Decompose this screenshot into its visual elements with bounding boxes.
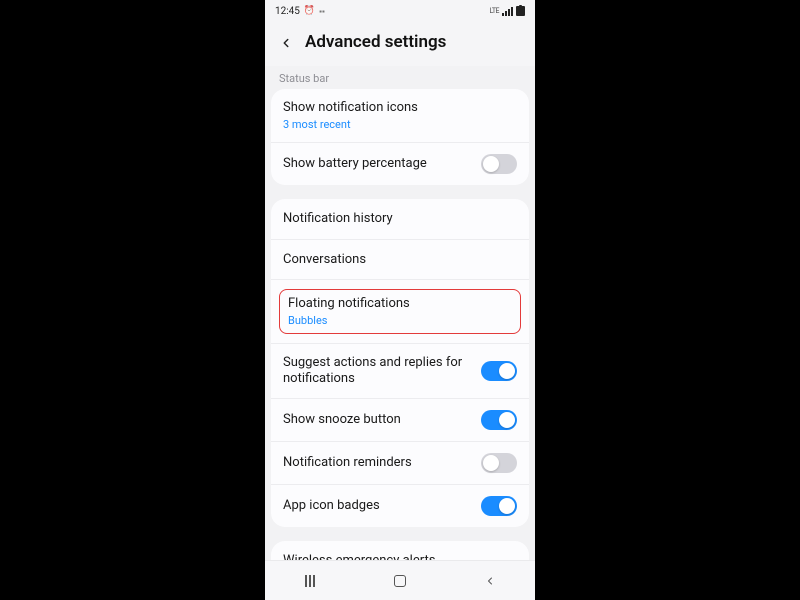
page-title: Advanced settings — [305, 32, 446, 52]
toggle-show-battery-percentage[interactable] — [481, 154, 517, 174]
recents-icon — [305, 575, 315, 587]
row-title: Notification reminders — [283, 455, 481, 471]
nav-back-button[interactable] — [470, 569, 510, 593]
row-title: Show notification icons — [283, 100, 517, 116]
phone-frame: 12:45 ⏰ ▪▪ LTE Advanced settings Status … — [265, 0, 535, 600]
row-title: Wireless emergency alerts — [283, 553, 517, 560]
row-title: Notification history — [283, 211, 517, 227]
row-title: App icon badges — [283, 498, 481, 514]
row-title: Show battery percentage — [283, 156, 481, 172]
row-title: Floating notifications — [288, 296, 512, 312]
status-bar: 12:45 ⏰ ▪▪ LTE — [265, 0, 535, 22]
section-label-status-bar: Status bar — [265, 66, 535, 89]
battery-icon — [516, 6, 525, 16]
status-time: 12:45 — [275, 6, 300, 17]
app-indicator-icon: ▪▪ — [319, 7, 325, 16]
row-conversations[interactable]: Conversations — [271, 239, 529, 279]
row-floating-notifications[interactable]: Floating notifications Bubbles — [271, 279, 529, 342]
signal-icon — [502, 7, 513, 16]
row-wireless-emergency[interactable]: Wireless emergency alerts — [271, 541, 529, 560]
back-button[interactable] — [279, 35, 293, 49]
row-subtitle: Bubbles — [288, 314, 512, 327]
alarm-icon: ⏰ — [304, 6, 315, 16]
toggle-app-icon-badges[interactable] — [481, 496, 517, 516]
home-icon — [394, 575, 406, 587]
row-notification-reminders[interactable]: Notification reminders — [271, 441, 529, 484]
card-emergency: Wireless emergency alerts — [271, 541, 529, 560]
nav-home-button[interactable] — [380, 569, 420, 593]
row-show-notification-icons[interactable]: Show notification icons 3 most recent — [271, 89, 529, 142]
chevron-left-icon — [484, 575, 496, 587]
row-title: Conversations — [283, 252, 517, 268]
card-status-bar: Show notification icons 3 most recent Sh… — [271, 89, 529, 185]
network-label: LTE — [490, 7, 500, 15]
row-app-icon-badges[interactable]: App icon badges — [271, 484, 529, 527]
row-title: Show snooze button — [283, 412, 481, 428]
card-notifications: Notification history Conversations Float… — [271, 199, 529, 527]
toggle-show-snooze[interactable] — [481, 410, 517, 430]
row-show-battery-percentage[interactable]: Show battery percentage — [271, 142, 529, 185]
page-header: Advanced settings — [265, 22, 535, 66]
settings-content: Status bar Show notification icons 3 mos… — [265, 66, 535, 560]
highlight-floating-notifications: Floating notifications Bubbles — [279, 289, 521, 333]
android-nav-bar — [265, 560, 535, 600]
toggle-suggest-actions[interactable] — [481, 361, 517, 381]
nav-recents-button[interactable] — [290, 569, 330, 593]
row-title: Suggest actions and replies for notifica… — [283, 355, 481, 388]
row-notification-history[interactable]: Notification history — [271, 199, 529, 239]
row-show-snooze[interactable]: Show snooze button — [271, 398, 529, 441]
row-subtitle: 3 most recent — [283, 118, 517, 131]
toggle-notification-reminders[interactable] — [481, 453, 517, 473]
row-suggest-actions[interactable]: Suggest actions and replies for notifica… — [271, 343, 529, 399]
